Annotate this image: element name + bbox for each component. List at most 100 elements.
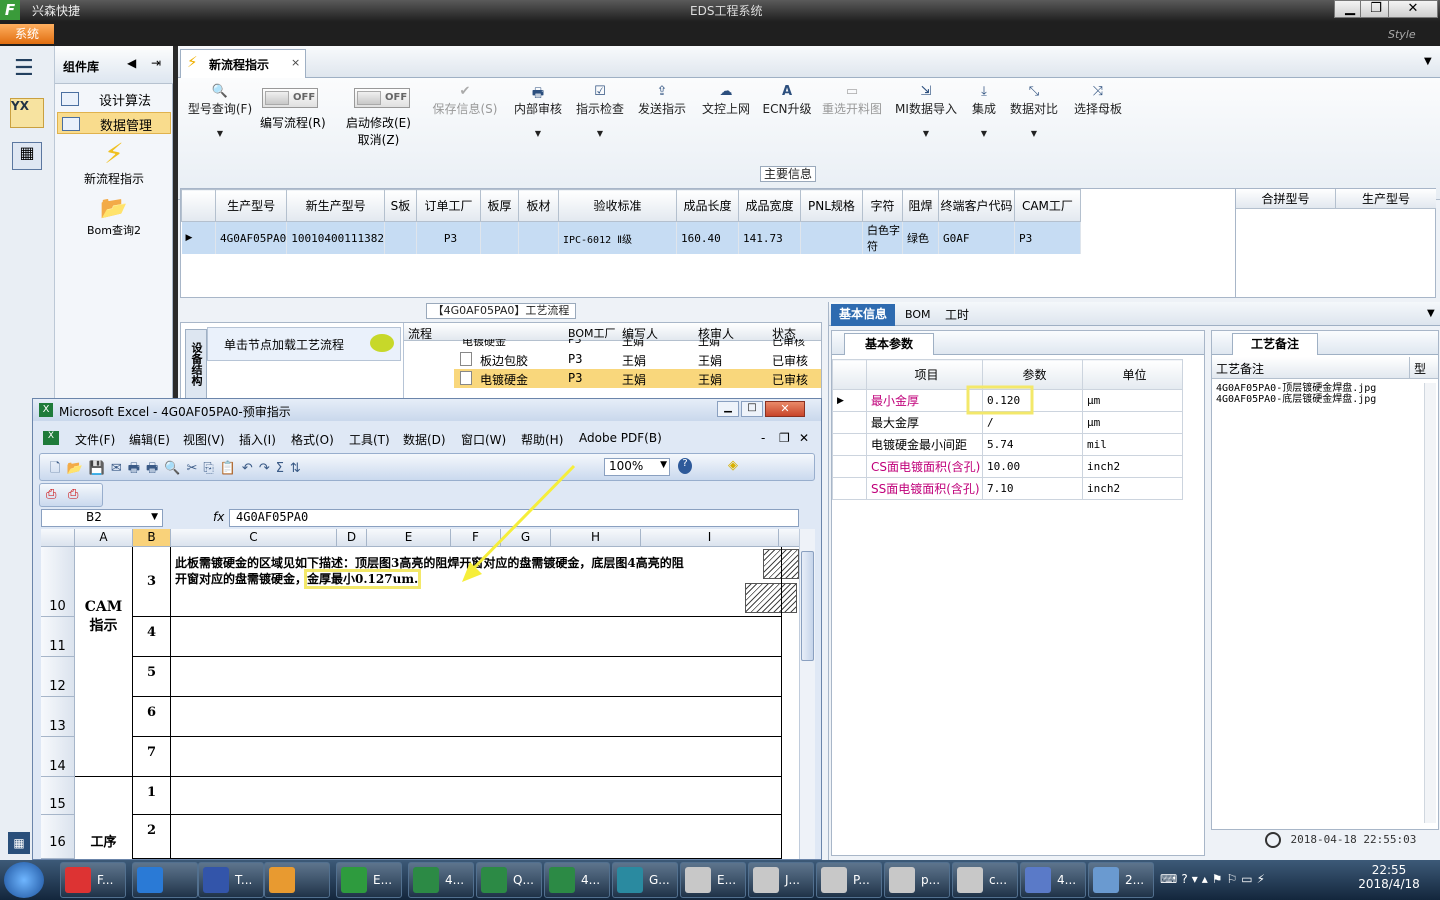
row-header[interactable]: 14 [41,737,75,777]
menu-data[interactable]: 数据(D) [403,431,446,448]
zoom-select[interactable]: 100% ▼ [604,458,670,476]
pdf-export-icon[interactable]: ⎙ [68,487,78,502]
column-header[interactable]: S板 [383,189,417,222]
taskbar-item[interactable]: T... [198,862,264,898]
cam-instruction-cell[interactable]: CAM 指示 [75,547,133,777]
column-header[interactable]: H [551,529,641,547]
column-header[interactable]: 工艺备注 [1212,357,1410,379]
param-value[interactable]: 7.10 [982,477,1083,500]
note-item[interactable]: 4G0AF05PA0-底层镀硬金焊盘.jpg [1216,394,1376,405]
param-unit[interactable]: mil [1082,433,1183,456]
column-header[interactable]: 项目 [866,359,983,390]
step-number-cell[interactable]: 1 [133,777,171,815]
instruction-cell[interactable]: 此板需镀硬金的区域见如下描述：顶层图3高亮的阻焊开窗对应的盘需镀硬金，底层图4高… [171,547,781,617]
yx-module-icon[interactable]: YX [10,98,44,128]
bottom-layer-image-thumbnail[interactable] [745,583,797,613]
row-header[interactable]: 13 [41,697,75,737]
cell[interactable]: 141.73 [738,221,801,254]
param-item[interactable]: 最小金厚 [866,389,983,412]
select-all-corner[interactable] [41,529,75,547]
tab-list-dropdown-icon[interactable]: ▼ [1424,56,1432,67]
tab-basic-info[interactable]: 基本信息 [831,304,895,326]
column-header[interactable]: 参数 [982,359,1083,390]
row-header[interactable]: 15 [41,777,75,815]
step-number-cell[interactable]: 6 [133,697,171,737]
equipment-structure-tab[interactable]: 设备结构 [185,329,207,399]
cell[interactable]: 160.40 [676,221,739,254]
table-row[interactable]: 电镀硬金最小间距 5.74 mil [832,433,1183,456]
notes-scrollbar[interactable] [1424,383,1436,823]
dropdown-icon[interactable]: ▼ [1427,308,1435,319]
cell[interactable] [384,221,417,254]
ecn-upgrade-button[interactable]: A ECN升级 [762,84,812,117]
param-item[interactable]: SS面电镀面积(含孔) [866,477,983,500]
close-button[interactable]: ✕ [765,401,805,417]
menu-tools[interactable]: 工具(T) [349,431,390,448]
column-header[interactable]: 验收标准 [557,189,677,222]
column-header[interactable]: 字符 [861,189,903,222]
param-unit[interactable]: inch2 [1082,455,1183,478]
cell[interactable]: P3 [416,221,481,254]
cell[interactable]: 绿色 [902,221,939,254]
collapse-left-icon[interactable]: ◀ [127,56,136,70]
hamburger-menu-icon[interactable]: ☰ [14,56,34,81]
step-number-cell[interactable]: 3 [133,547,171,617]
taskbar-item[interactable]: p... [884,862,950,898]
integrate-button[interactable]: ⤓ 集成 ▼ [966,84,1002,138]
data-compare-button[interactable]: ⤡ 数据对比 ▼ [1008,84,1060,138]
table-row[interactable]: CS面电镀面积(含孔) 10.00 inch2 [832,455,1183,478]
pin-panel-icon[interactable]: ⇥ [151,56,161,70]
column-header[interactable]: 成品长度 [675,189,739,222]
row-header[interactable]: 12 [41,657,75,697]
internal-review-button[interactable]: 🖶 内部审核 ▼ [510,84,566,138]
calendar-module-icon[interactable]: ▦ [12,142,42,170]
column-header[interactable]: D [337,529,367,547]
column-header[interactable]: 生产型号 [214,189,288,222]
cell[interactable]: 4G0AF05PA0 [215,221,288,254]
sidebar-item-design-algorithm[interactable]: 设计算法 [57,88,171,110]
reselect-cutting-chart-button[interactable]: ▭ 重选开料图 [820,84,884,117]
column-header[interactable]: A [75,529,133,547]
cancel-edit-label[interactable]: 取消(Z) [346,131,411,148]
tab-close-icon[interactable]: × [291,56,300,69]
column-header[interactable]: 订单工厂 [415,189,481,222]
column-header[interactable]: 成品宽度 [737,189,801,222]
system-tray-icons[interactable]: ⌨?▾▴⚑⚐▭⚡ [1160,872,1269,886]
send-instruction-button[interactable]: ⇪ 发送指示 [636,84,688,117]
start-edit-toggle[interactable]: OFF [354,88,410,108]
tree-row[interactable]: 电镀硬金 P3 王娟 王娟 已审核 [404,339,821,349]
pdf-icon[interactable]: ⎙ [46,487,56,502]
doc-close-icon[interactable]: ✕ [799,431,809,445]
cell[interactable]: 白色字符 [862,221,903,254]
clock[interactable]: 22:55 2018/4/18 [1356,863,1422,891]
doc-minimize-icon[interactable]: - [761,431,765,445]
load-process-hint[interactable]: 单击节点加载工艺流程 [207,327,401,361]
row-header[interactable]: 16 [41,815,75,859]
sidebar-item-data-management[interactable]: 数据管理 [57,112,171,134]
column-header[interactable]: E [367,529,451,547]
param-item[interactable]: 最大金厚 [866,411,983,434]
column-header[interactable]: 单位 [1082,359,1183,390]
param-item[interactable]: CS面电镀面积(含孔) [866,455,983,478]
column-header[interactable]: G [501,529,551,547]
step-number-cell[interactable]: 5 [133,657,171,697]
param-unit[interactable]: μm [1082,411,1183,434]
instruction-check-button[interactable]: ☑ 指示检查 ▼ [574,84,626,138]
maximize-button[interactable]: □ [741,401,763,417]
cell[interactable]: 10010400111382 [286,221,385,254]
row-header[interactable]: 10 [41,547,75,617]
taskbar-item[interactable]: c... [952,862,1018,898]
column-header[interactable] [779,529,801,547]
menu-help[interactable]: 帮助(H) [521,431,563,448]
taskbar-item[interactable]: E... [336,862,402,898]
cell[interactable] [800,221,863,254]
taskbar-item[interactable]: Q... [476,862,542,898]
tree-row[interactable]: 板边包胶 P3 王娟 王娟 已审核 [404,350,821,369]
name-box[interactable]: B2 ▼ [41,509,163,527]
row-header[interactable]: 11 [41,617,75,657]
column-header[interactable]: 板厚 [479,189,519,222]
tab-work-hours[interactable]: 工时 [945,306,969,323]
param-item[interactable]: 电镀硬金最小间距 [866,433,983,456]
cell[interactable]: P3 [1014,221,1081,254]
param-value[interactable]: / [982,411,1083,434]
